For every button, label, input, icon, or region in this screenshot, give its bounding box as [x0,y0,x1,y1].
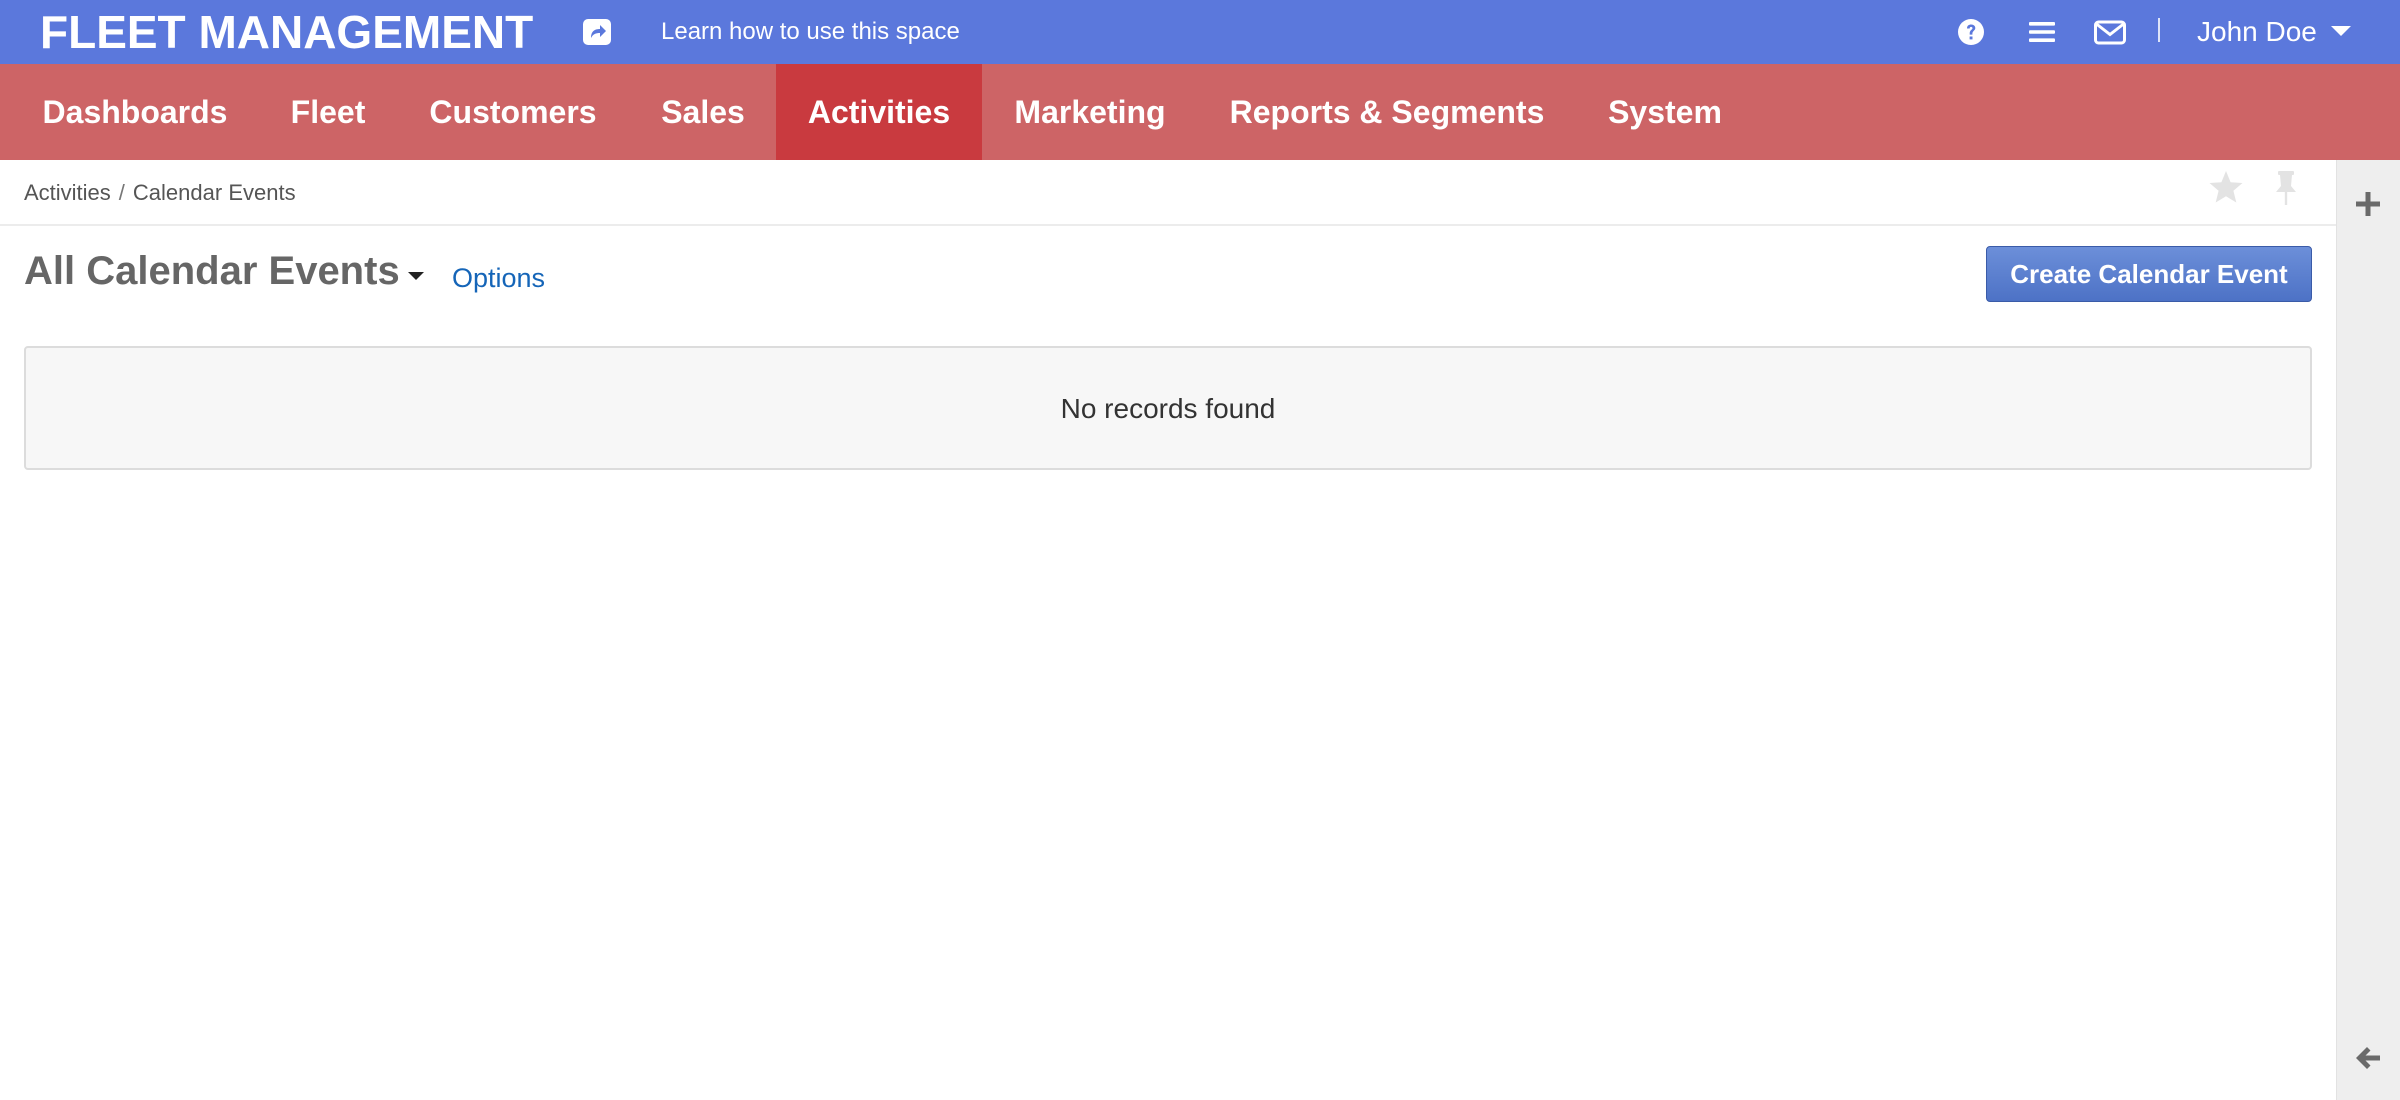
nav-item-dashboards[interactable]: Dashboards [22,64,248,160]
records-grid: No records found [24,346,2312,470]
nav-item-customers[interactable]: Customers [412,64,614,160]
nav-item-sales[interactable]: Sales [642,64,764,160]
breadcrumb-bar: Activities / Calendar Events [0,160,2336,226]
empty-message: No records found [1060,393,1276,424]
breadcrumb-item-activities[interactable]: Activities [24,180,111,205]
header-divider [2158,18,2160,42]
nav-item-marketing[interactable]: Marketing [1002,64,1178,160]
mail-icon[interactable] [2093,16,2126,48]
nav-item-activities[interactable]: Activities [776,64,982,160]
options-link[interactable]: Options [452,262,545,294]
share-icon[interactable] [582,18,612,46]
nav-item-fleet[interactable]: Fleet [270,64,386,160]
user-name: John Doe [2197,16,2317,47]
star-icon[interactable] [2206,168,2246,208]
breadcrumb-item-calendar-events: Calendar Events [132,180,296,205]
menu-icon[interactable] [2026,16,2058,48]
pin-icon[interactable] [2266,168,2306,208]
caret-down-icon[interactable] [408,272,424,280]
user-menu[interactable]: John Doe [2197,14,2351,50]
page-title[interactable]: All Calendar Events [24,246,400,296]
breadcrumb-separator: / [118,180,125,205]
breadcrumb: Activities / Calendar Events [24,180,296,206]
top-bar: FLEET MANAGEMENT Learn how to use this s… [0,0,2400,64]
nav-item-system[interactable]: System [1594,64,1736,160]
right-sidebar [2336,160,2400,1100]
main-nav: Dashboards Fleet Customers Sales Activit… [0,64,2400,160]
chevron-down-icon [2330,25,2351,36]
arrow-left-icon[interactable] [2352,1042,2384,1074]
learn-how-link[interactable]: Learn how to use this space [661,18,960,46]
nav-item-reports-segments[interactable]: Reports & Segments [1214,64,1560,160]
plus-icon[interactable] [2352,188,2384,220]
help-icon[interactable] [1955,16,1987,48]
create-calendar-event-button[interactable]: Create Calendar Event [1986,246,2312,302]
app-logo[interactable]: FLEET MANAGEMENT [40,5,533,59]
